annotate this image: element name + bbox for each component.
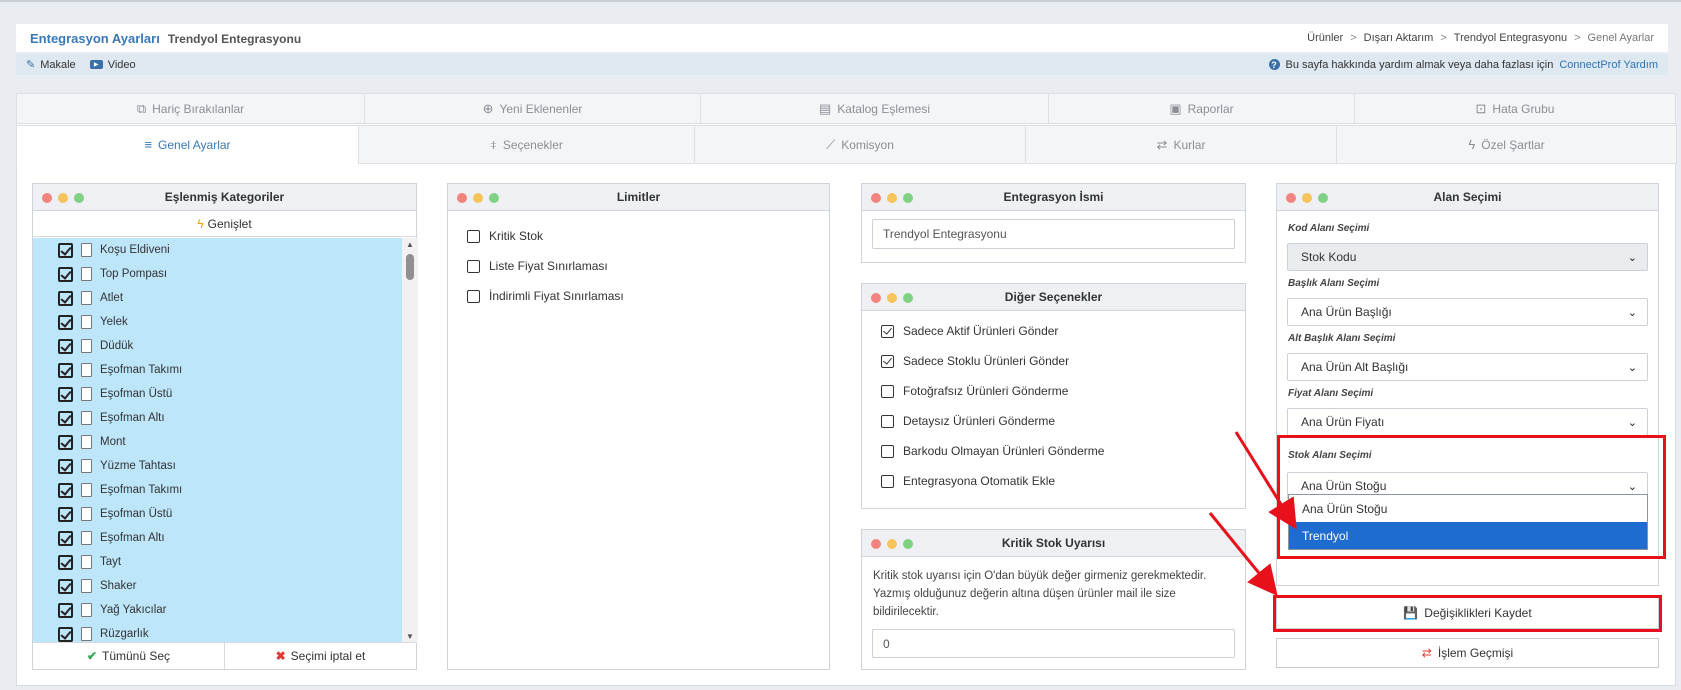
annotation-arrows [1208, 431, 1297, 596]
arrow-to-dropdown [1234, 431, 1297, 530]
arrow-to-save [1208, 512, 1278, 596]
